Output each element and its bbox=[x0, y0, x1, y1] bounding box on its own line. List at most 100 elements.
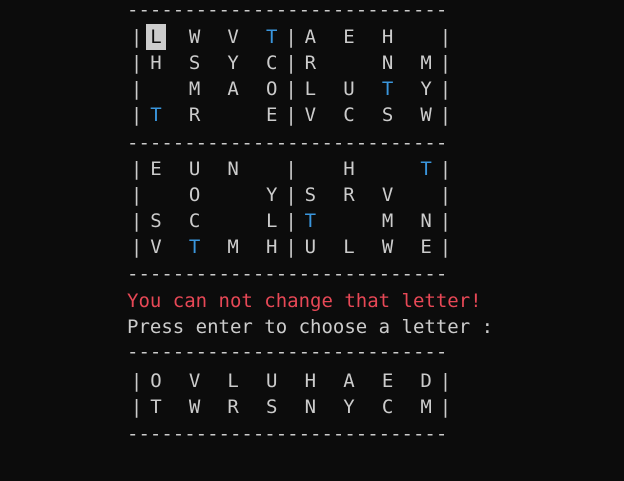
empty-cell[interactable] bbox=[359, 76, 378, 102]
letter-cell[interactable]: L bbox=[262, 208, 281, 234]
empty-cell[interactable] bbox=[359, 50, 378, 76]
empty-cell[interactable] bbox=[359, 182, 378, 208]
letter-cell[interactable]: C bbox=[185, 208, 204, 234]
bank-letter[interactable]: R bbox=[224, 394, 243, 420]
letter-cell[interactable]: V bbox=[224, 24, 243, 50]
empty-cell[interactable] bbox=[166, 76, 185, 102]
empty-cell[interactable] bbox=[339, 50, 358, 76]
cursor-cell[interactable]: L bbox=[146, 24, 166, 50]
empty-cell[interactable] bbox=[359, 102, 378, 128]
letter-cell[interactable]: U bbox=[339, 76, 358, 102]
letter-cell[interactable]: S bbox=[301, 182, 320, 208]
empty-cell[interactable] bbox=[243, 50, 262, 76]
empty-cell[interactable] bbox=[204, 102, 223, 128]
letter-cell[interactable]: C bbox=[339, 102, 358, 128]
empty-cell[interactable] bbox=[166, 182, 185, 208]
empty-cell[interactable] bbox=[243, 76, 262, 102]
letter-cell[interactable]: S bbox=[185, 50, 204, 76]
letter-cell[interactable]: H bbox=[146, 50, 165, 76]
empty-cell[interactable] bbox=[417, 24, 436, 50]
empty-cell[interactable] bbox=[397, 76, 416, 102]
letter-cell[interactable]: H bbox=[378, 24, 397, 50]
bank-letter[interactable]: E bbox=[378, 368, 397, 394]
letter-cell[interactable]: R bbox=[185, 102, 204, 128]
empty-cell[interactable] bbox=[397, 234, 416, 260]
empty-cell[interactable] bbox=[320, 234, 339, 260]
input-prompt[interactable]: Press enter to choose a letter : bbox=[127, 314, 493, 340]
letter-cell[interactable]: A bbox=[301, 24, 320, 50]
empty-cell[interactable] bbox=[243, 24, 262, 50]
letter-cell[interactable]: V bbox=[146, 234, 165, 260]
empty-cell[interactable] bbox=[224, 208, 243, 234]
letter-cell[interactable]: M bbox=[378, 208, 397, 234]
empty-cell[interactable] bbox=[204, 50, 223, 76]
letter-cell[interactable]: L bbox=[339, 234, 358, 260]
letter-cell[interactable]: T bbox=[185, 234, 204, 260]
bank-letter[interactable]: O bbox=[146, 368, 165, 394]
letter-cell[interactable]: N bbox=[224, 156, 243, 182]
empty-cell[interactable] bbox=[204, 208, 223, 234]
empty-cell[interactable] bbox=[397, 50, 416, 76]
letter-cell[interactable]: T bbox=[301, 208, 320, 234]
letter-cell[interactable]: Y bbox=[262, 182, 281, 208]
empty-cell[interactable] bbox=[397, 24, 416, 50]
empty-cell[interactable] bbox=[397, 156, 416, 182]
empty-cell[interactable] bbox=[204, 24, 223, 50]
letter-cell[interactable]: Y bbox=[224, 50, 243, 76]
empty-cell[interactable] bbox=[320, 50, 339, 76]
empty-cell[interactable] bbox=[166, 50, 185, 76]
empty-cell[interactable] bbox=[243, 182, 262, 208]
empty-cell[interactable] bbox=[359, 24, 378, 50]
bank-letter[interactable]: M bbox=[417, 394, 436, 420]
letter-cell[interactable]: L bbox=[301, 76, 320, 102]
empty-cell[interactable] bbox=[320, 182, 339, 208]
letter-cell[interactable]: R bbox=[339, 182, 358, 208]
empty-cell[interactable] bbox=[243, 102, 262, 128]
bank-letter[interactable]: H bbox=[301, 368, 320, 394]
empty-cell[interactable] bbox=[204, 234, 223, 260]
bank-letter[interactable]: T bbox=[146, 394, 165, 420]
empty-cell[interactable] bbox=[166, 102, 185, 128]
letter-cell[interactable]: R bbox=[301, 50, 320, 76]
letter-cell[interactable]: E bbox=[339, 24, 358, 50]
empty-cell[interactable] bbox=[166, 24, 185, 50]
empty-cell[interactable] bbox=[262, 156, 281, 182]
letter-cell[interactable]: W bbox=[378, 234, 397, 260]
letter-cell[interactable]: S bbox=[378, 102, 397, 128]
empty-cell[interactable] bbox=[204, 76, 223, 102]
letter-cell[interactable]: U bbox=[301, 234, 320, 260]
empty-cell[interactable] bbox=[166, 208, 185, 234]
letter-cell[interactable]: U bbox=[185, 156, 204, 182]
bank-letter[interactable]: C bbox=[378, 394, 397, 420]
bank-letter[interactable]: D bbox=[417, 368, 436, 394]
letter-cell[interactable]: M bbox=[224, 234, 243, 260]
letter-cell[interactable]: E bbox=[146, 156, 165, 182]
empty-cell[interactable] bbox=[146, 182, 165, 208]
empty-cell[interactable] bbox=[339, 208, 358, 234]
letter-cell[interactable]: M bbox=[417, 50, 436, 76]
empty-cell[interactable] bbox=[417, 182, 436, 208]
letter-cell[interactable]: N bbox=[378, 50, 397, 76]
empty-cell[interactable] bbox=[397, 208, 416, 234]
letter-cell[interactable]: C bbox=[262, 50, 281, 76]
empty-cell[interactable] bbox=[320, 208, 339, 234]
letter-cell[interactable]: S bbox=[146, 208, 165, 234]
empty-cell[interactable] bbox=[224, 102, 243, 128]
letter-cell[interactable]: E bbox=[262, 102, 281, 128]
letter-cell[interactable]: Y bbox=[417, 76, 436, 102]
letter-cell[interactable]: E bbox=[417, 234, 436, 260]
bank-letter[interactable]: A bbox=[339, 368, 358, 394]
letter-cell[interactable]: H bbox=[262, 234, 281, 260]
letter-cell[interactable]: T bbox=[417, 156, 436, 182]
letter-cell[interactable]: T bbox=[146, 102, 165, 128]
letter-cell[interactable]: W bbox=[417, 102, 436, 128]
empty-cell[interactable] bbox=[301, 156, 320, 182]
letter-cell[interactable]: H bbox=[339, 156, 358, 182]
letter-cell[interactable]: W bbox=[185, 24, 204, 50]
letter-cell[interactable]: T bbox=[262, 24, 281, 50]
bank-letter[interactable]: N bbox=[301, 394, 320, 420]
empty-cell[interactable] bbox=[378, 156, 397, 182]
letter-cell[interactable]: O bbox=[262, 76, 281, 102]
bank-letter[interactable]: V bbox=[185, 368, 204, 394]
letter-cell[interactable]: V bbox=[378, 182, 397, 208]
